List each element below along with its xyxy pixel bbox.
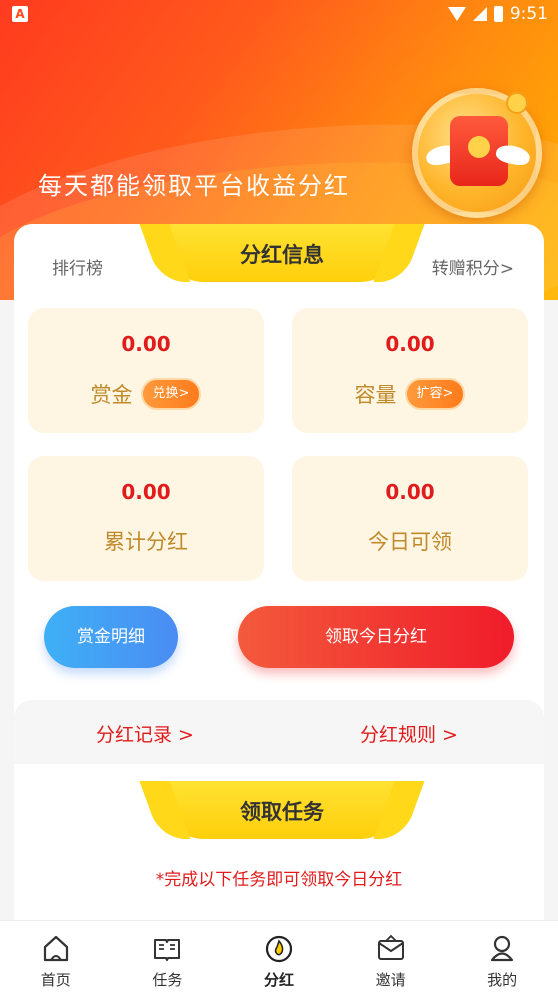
status-bar: A 9:51: [0, 0, 558, 30]
nav-label-tasks: 任务: [152, 971, 183, 989]
tasks-title: 领取任务: [240, 800, 324, 824]
envelope-icon: [376, 933, 406, 963]
dividend-rules-link[interactable]: 分红规则 >: [360, 720, 458, 747]
nav-item-dividend[interactable]: 分红: [223, 921, 335, 998]
transfer-points-link[interactable]: 转赠积分>: [432, 254, 514, 279]
nav-label-invite: 邀请: [375, 971, 406, 989]
app-notification-icon: A: [12, 6, 28, 22]
wifi-icon: [447, 7, 466, 21]
nav-item-home[interactable]: 首页: [0, 921, 112, 998]
nav-item-invite[interactable]: 邀请: [335, 921, 447, 998]
nav-item-mine[interactable]: 我的: [446, 921, 558, 998]
bounty-value: 0.00: [121, 332, 171, 356]
tasks-card: 领取任务 *完成以下任务即可领取今日分红: [14, 781, 544, 941]
tasks-note: *完成以下任务即可领取今日分红: [155, 870, 403, 890]
bounty-label: 赏金: [90, 383, 133, 407]
dividend-records-link[interactable]: 分红记录 >: [96, 720, 194, 747]
capacity-value: 0.00: [385, 332, 435, 356]
cellular-signal-icon: [472, 7, 487, 21]
today-claimable-value: 0.00: [385, 480, 435, 504]
exchange-button[interactable]: 兑换>: [140, 378, 202, 410]
flame-icon: [264, 933, 294, 963]
status-icons: 9:51: [447, 4, 548, 24]
expand-capacity-button[interactable]: 扩容>: [404, 378, 466, 410]
book-icon: [152, 933, 182, 963]
hero-title: 每天都能领取平台收益分红: [38, 172, 350, 200]
capacity-card: 0.00 容量 扩容>: [292, 308, 528, 433]
dividend-links-strip: 分红记录 > 分红规则 >: [14, 700, 544, 764]
claim-today-dividend-button[interactable]: 领取今日分红: [238, 606, 514, 668]
user-icon: [487, 933, 517, 963]
dividend-tab-banner: 分红信息: [164, 224, 400, 282]
total-dividend-card: 0.00 累计分红: [28, 456, 264, 581]
capacity-label: 容量: [354, 383, 397, 407]
bounty-card: 0.00 赏金 兑换>: [28, 308, 264, 433]
status-time: 9:51: [509, 4, 548, 24]
dividend-panel: 分红信息 排行榜 转赠积分> 0.00 赏金 兑换> 0.00 容量 扩容> 0…: [14, 224, 544, 941]
tasks-tab-banner: 领取任务: [164, 781, 400, 839]
today-claimable-card: 0.00 今日可领: [292, 456, 528, 581]
coin-icon: [506, 92, 528, 114]
home-icon: [41, 933, 71, 963]
nav-label-dividend: 分红: [263, 971, 294, 989]
battery-icon: [493, 6, 503, 22]
red-envelope-badge-icon: [412, 88, 542, 218]
ranking-link[interactable]: 排行榜: [52, 254, 103, 279]
total-dividend-label: 累计分红: [104, 530, 188, 554]
today-claimable-label: 今日可领: [368, 530, 452, 554]
total-dividend-value: 0.00: [121, 480, 171, 504]
nav-label-home: 首页: [40, 971, 71, 989]
nav-label-mine: 我的: [487, 971, 518, 989]
dividend-tab-title: 分红信息: [240, 243, 324, 267]
nav-item-tasks[interactable]: 任务: [112, 921, 224, 998]
bounty-detail-button[interactable]: 赏金明细: [44, 606, 178, 668]
bottom-nav: 首页 任务 分红 邀请 我的: [0, 920, 558, 998]
